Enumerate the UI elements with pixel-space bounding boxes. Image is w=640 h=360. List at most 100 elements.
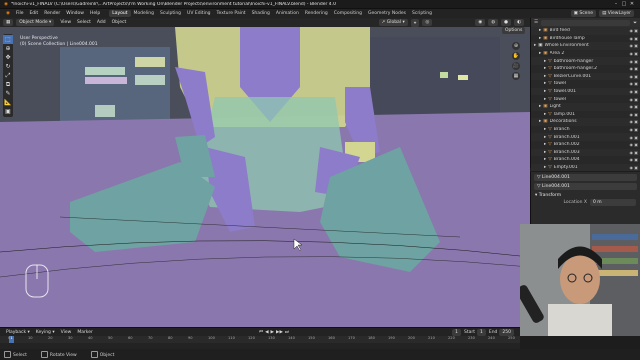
visibility-eye-icon[interactable]: ◉ ▣ (624, 36, 638, 41)
mode-selector[interactable]: Object Mode ▾ (16, 19, 55, 26)
end-frame-field[interactable]: 250 (499, 328, 515, 336)
workspace-tab-uv-editing[interactable]: UV Editing (184, 10, 213, 17)
outliner-item[interactable]: ▸ ▽ bathroom-hanger.2 ◉ ▣ (531, 65, 640, 73)
expand-arrow-icon[interactable]: ▸ (539, 104, 541, 109)
expand-arrow-icon[interactable]: ▸ (539, 119, 541, 124)
visibility-eye-icon[interactable]: ◉ ▣ (624, 142, 638, 147)
outliner-item[interactable]: ▸ ▽ Branch ◉ ▣ (531, 126, 640, 134)
measure-tool-icon[interactable]: 📐 (3, 98, 13, 107)
viewport-menu-add[interactable]: Add (94, 20, 109, 25)
expand-arrow-icon[interactable]: ▸ (544, 150, 546, 155)
jump-end-icon[interactable]: ⏭ (284, 329, 290, 335)
minimize-icon[interactable]: – (612, 1, 620, 7)
menu-file[interactable]: File (13, 11, 27, 16)
workspace-tab-scripting[interactable]: Scripting (409, 10, 435, 17)
outliner-item[interactable]: ▸ ▽ Branch.003 ◉ ▣ (531, 148, 640, 157)
data-name-field[interactable]: ▽ Line004.001 (534, 183, 637, 190)
timeline-menu-view[interactable]: View (58, 330, 75, 335)
visibility-eye-icon[interactable]: ◉ ▣ (624, 97, 638, 102)
menu-render[interactable]: Render (41, 11, 63, 16)
expand-arrow-icon[interactable]: ▸ (544, 165, 546, 170)
zoom-icon[interactable]: ⊕ (512, 42, 520, 50)
select-tool-icon[interactable]: ⬚ (3, 35, 13, 44)
visibility-eye-icon[interactable]: ◉ ▣ (624, 28, 638, 33)
close-icon[interactable]: ✕ (628, 1, 636, 7)
workspace-tab-animation[interactable]: Animation (273, 10, 302, 17)
object-name-field[interactable]: ▽ Line004.001 (534, 174, 637, 181)
outliner-item[interactable]: ▸ ▣ Whole Environment ◉ ▣ (531, 42, 640, 50)
timeline-ruler[interactable]: 1 0 10 20 30 40 50 60 70 80 90 100 110 120 130 140 150 1… (0, 336, 520, 343)
transform-orientation-selector[interactable]: ↗ Global ▾ (378, 19, 408, 26)
outliner-item[interactable]: ▸ ▽ towel.001 ◉ ▣ (531, 87, 640, 96)
outliner-item[interactable]: ▸ ▣ Bird feed ◉ ▣ (531, 27, 640, 35)
workspace-tab-rendering[interactable]: Rendering (302, 10, 331, 17)
transform-section-header[interactable]: ▾ Transform (531, 192, 640, 199)
expand-arrow-icon[interactable]: ▸ (544, 74, 546, 79)
visibility-eye-icon[interactable]: ◉ ▣ (624, 127, 638, 132)
pan-hand-icon[interactable]: ✋ (512, 52, 520, 60)
outliner-item[interactable]: ▸ ▣ Decorations ◉ ▣ (531, 118, 640, 126)
visibility-eye-icon[interactable]: ◉ ▣ (624, 119, 638, 124)
expand-arrow-icon[interactable]: ▸ (544, 142, 546, 147)
blender-menu-icon[interactable]: ◉ (3, 11, 13, 16)
transform-tool-icon[interactable]: ⧉ (3, 80, 13, 89)
visibility-eye-icon[interactable]: ◉ ▣ (624, 51, 638, 56)
expand-arrow-icon[interactable]: ▸ (539, 51, 541, 56)
workspace-tab-sculpting[interactable]: Sculpting (157, 10, 184, 17)
menu-window[interactable]: Window (63, 11, 87, 16)
visibility-eye-icon[interactable]: ◉ ▣ (624, 59, 638, 64)
outliner-item[interactable]: ▸ ▽ bathroom-hanger ◉ ▣ (531, 57, 640, 65)
viewport-menu-view[interactable]: View (57, 20, 74, 25)
timeline-menu-keying[interactable]: Keying ▾ (33, 330, 58, 335)
outliner-item[interactable]: ▸ ▣ Light ◉ ▣ (531, 102, 640, 111)
visibility-eye-icon[interactable]: ◉ ▣ (624, 81, 638, 86)
expand-arrow-icon[interactable]: ▸ (544, 66, 546, 71)
outliner-item[interactable]: ▸ ▽ Branch.001 ◉ ▣ (531, 133, 640, 141)
workspace-tab-modeling[interactable]: Modeling (131, 10, 157, 17)
visibility-icon[interactable]: ◉ (475, 19, 486, 26)
filter-icon[interactable]: ⏷ (633, 20, 637, 26)
expand-arrow-icon[interactable]: ▸ (534, 43, 536, 48)
outliner-item[interactable]: ▸ ▽ Branch.004 ◉ ▣ (531, 156, 640, 164)
outliner-item[interactable]: ▸ ▽ Branch.002 ◉ ▣ (531, 141, 640, 149)
visibility-eye-icon[interactable]: ◉ ▣ (624, 74, 638, 79)
shading-material-icon[interactable]: ◐ (514, 19, 524, 26)
expand-arrow-icon[interactable]: ▸ (544, 135, 546, 140)
location-x-field[interactable]: 0 m (590, 199, 636, 206)
annotate-tool-icon[interactable]: ✎ (3, 89, 13, 98)
scale-tool-icon[interactable]: ⤢ (3, 71, 13, 80)
visibility-eye-icon[interactable]: ◉ ▣ (624, 43, 638, 48)
outliner-search-input[interactable] (541, 19, 631, 26)
3d-viewport[interactable] (0, 27, 530, 327)
expand-arrow-icon[interactable]: ▸ (544, 97, 546, 102)
overlays-icon[interactable]: ◍ (488, 19, 499, 26)
camera-view-icon[interactable]: 🎥 (512, 62, 520, 70)
viewport-menu-object[interactable]: Object (109, 20, 130, 25)
expand-arrow-icon[interactable]: ▸ (539, 28, 541, 33)
expand-arrow-icon[interactable]: ▸ (544, 112, 546, 117)
workspace-tab-shading[interactable]: Shading (249, 10, 273, 17)
expand-arrow-icon[interactable]: ▸ (544, 59, 546, 64)
shading-solid-icon[interactable]: ● (501, 19, 512, 26)
maximize-icon[interactable]: □ (620, 1, 628, 7)
next-keyframe-icon[interactable]: ▶▶ (275, 330, 284, 335)
expand-arrow-icon[interactable]: ▸ (544, 157, 546, 162)
proportional-edit-icon[interactable]: ◎ (422, 19, 433, 26)
workspace-tab-compositing[interactable]: Compositing (331, 10, 365, 17)
editor-type-button[interactable]: ▦ (3, 19, 14, 26)
outliner-item[interactable]: ▸ ▣ Area 2 ◉ ▣ (531, 50, 640, 58)
visibility-eye-icon[interactable]: ◉ ▣ (624, 89, 638, 94)
options-button[interactable]: Options (502, 27, 528, 34)
add-cube-tool-icon[interactable]: ▣ (3, 107, 13, 116)
visibility-eye-icon[interactable]: ◉ ▣ (624, 157, 638, 162)
outliner-item[interactable]: ▸ ▽ towel ◉ ▣ (531, 80, 640, 88)
perspective-toggle-icon[interactable]: ▦ (512, 72, 520, 80)
outliner-type-icon[interactable]: ☰ (534, 20, 538, 25)
outliner-item[interactable]: ▸ ▽ BezierCurve.001 ◉ ▣ (531, 72, 640, 81)
visibility-eye-icon[interactable]: ◉ ▣ (624, 150, 638, 155)
expand-arrow-icon[interactable]: ▸ (539, 36, 541, 41)
visibility-eye-icon[interactable]: ◉ ▣ (624, 112, 638, 117)
timeline-menu-marker[interactable]: Marker (74, 330, 96, 335)
outliner-item[interactable]: ▸ ▽ lamp.001 ◉ ▣ (531, 111, 640, 119)
scene-selector[interactable]: ▣ Scene (570, 10, 597, 17)
